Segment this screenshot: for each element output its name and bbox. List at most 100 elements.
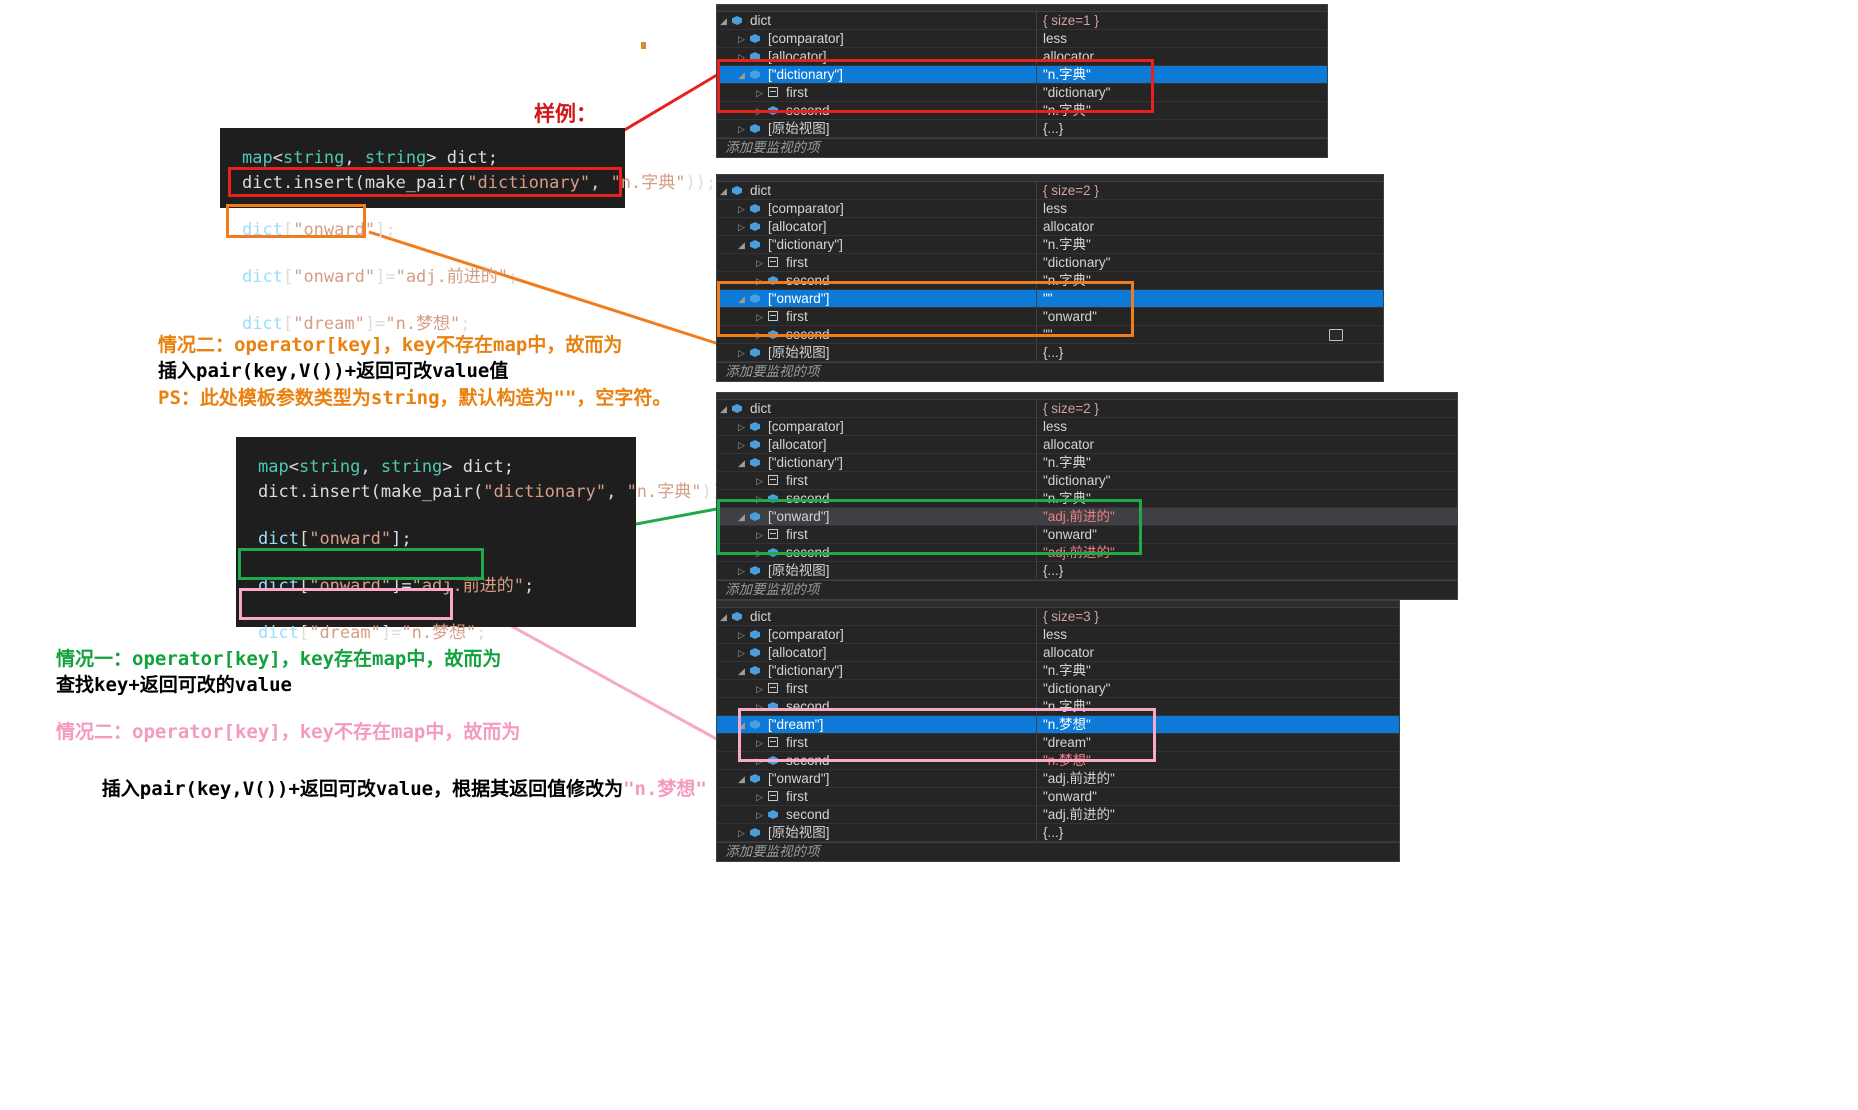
watch-variable-value[interactable]: "n.梦想" — [1037, 752, 1399, 769]
watch-row[interactable]: ▷ first "dream" — [717, 734, 1399, 752]
chevron-right-icon[interactable]: ▷ — [753, 698, 766, 715]
watch-row[interactable]: ◢ ["dictionary"] "n.字典" — [717, 236, 1383, 254]
watch-variable-value[interactable]: "dream" — [1037, 734, 1399, 751]
watch-row[interactable]: ▷ [allocator] allocator — [717, 436, 1457, 454]
watch-variable-value[interactable]: allocator — [1037, 218, 1383, 235]
watch-row[interactable]: ▷ [原始视图] {...} — [717, 562, 1457, 580]
watch-row[interactable]: ▷ [comparator] less — [717, 626, 1399, 644]
watch-row[interactable]: ◢ dict { size=2 } — [717, 182, 1383, 200]
watch-row[interactable]: ▷ second "" — [717, 326, 1383, 344]
watch-window-1[interactable]: ◢ dict { size=1 } ▷ [comparator] less ▷ [alloca… — [716, 4, 1328, 158]
watch-row[interactable]: ◢ ["dream"] "n.梦想" — [717, 716, 1399, 734]
watch-variable-value[interactable]: "onward" — [1037, 526, 1457, 543]
watch-variable-value[interactable]: "onward" — [1037, 788, 1399, 805]
chevron-down-icon[interactable]: ◢ — [735, 770, 748, 787]
chevron-right-icon[interactable]: ▷ — [735, 200, 748, 217]
watch-variable-value[interactable]: "dictionary" — [1037, 680, 1399, 697]
chevron-down-icon[interactable]: ◢ — [717, 608, 730, 625]
watch-row[interactable]: ◢ dict { size=3 } — [717, 608, 1399, 626]
watch-variable-value[interactable]: {...} — [1037, 344, 1383, 361]
chevron-right-icon[interactable]: ▷ — [753, 472, 766, 489]
watch-variable-value[interactable]: { size=2 } — [1037, 400, 1457, 417]
watch-row[interactable]: ▷ [allocator] allocator — [717, 644, 1399, 662]
chevron-down-icon[interactable]: ◢ — [717, 12, 730, 29]
watch-variable-value[interactable]: {...} — [1037, 562, 1457, 579]
chevron-right-icon[interactable]: ▷ — [753, 734, 766, 751]
watch-row[interactable]: ▷ second "n.字典" — [717, 490, 1457, 508]
watch-variable-value[interactable]: "dictionary" — [1037, 472, 1457, 489]
watch-row[interactable]: ◢ ["dictionary"] "n.字典" — [717, 66, 1327, 84]
watch-variable-value[interactable]: {...} — [1037, 120, 1327, 137]
watch-variable-value[interactable]: { size=1 } — [1037, 12, 1327, 29]
watch-window-3[interactable]: ◢ dict { size=2 } ▷ [comparator] less ▷ [alloca… — [716, 392, 1458, 600]
chevron-right-icon[interactable]: ▷ — [753, 84, 766, 101]
chevron-right-icon[interactable]: ▷ — [753, 308, 766, 325]
watch-row[interactable]: ▷ [comparator] less — [717, 30, 1327, 48]
watch-variable-value[interactable]: allocator — [1037, 436, 1457, 453]
chevron-right-icon[interactable]: ▷ — [735, 644, 748, 661]
chevron-right-icon[interactable]: ▷ — [753, 254, 766, 271]
add-watch-item-placeholder[interactable]: 添加要监视的项 — [717, 580, 1457, 599]
chevron-down-icon[interactable]: ◢ — [735, 290, 748, 307]
watch-window-4[interactable]: ◢ dict { size=3 } ▷ [comparator] less ▷ [alloca… — [716, 600, 1400, 862]
chevron-right-icon[interactable]: ▷ — [735, 344, 748, 361]
chevron-right-icon[interactable]: ▷ — [753, 806, 766, 823]
watch-variable-value[interactable]: "n.字典" — [1037, 66, 1327, 83]
watch-row[interactable]: ▷ second "n.字典" — [717, 102, 1327, 120]
watch-variable-value[interactable]: less — [1037, 200, 1383, 217]
chevron-right-icon[interactable]: ▷ — [753, 526, 766, 543]
watch-variable-value[interactable]: "" — [1037, 290, 1383, 307]
chevron-down-icon[interactable]: ◢ — [717, 400, 730, 417]
chevron-right-icon[interactable]: ▷ — [753, 544, 766, 561]
watch-row[interactable]: ▷ first "onward" — [717, 526, 1457, 544]
chevron-right-icon[interactable]: ▷ — [735, 30, 748, 47]
watch-variable-value[interactable]: less — [1037, 30, 1327, 47]
chevron-right-icon[interactable]: ▷ — [735, 48, 748, 65]
watch-row[interactable]: ▷ [原始视图] {...} — [717, 344, 1383, 362]
watch-row[interactable]: ▷ first "dictionary" — [717, 680, 1399, 698]
watch-row[interactable]: ◢ ["dictionary"] "n.字典" — [717, 662, 1399, 680]
chevron-right-icon[interactable]: ▷ — [735, 626, 748, 643]
chevron-down-icon[interactable]: ◢ — [735, 236, 748, 253]
chevron-right-icon[interactable]: ▷ — [753, 102, 766, 119]
text-visualizer-icon[interactable] — [1329, 329, 1343, 341]
watch-row[interactable]: ▷ [原始视图] {...} — [717, 120, 1327, 138]
watch-variable-value[interactable]: "dictionary" — [1037, 84, 1327, 101]
watch-row[interactable]: ▷ [allocator] allocator — [717, 48, 1327, 66]
watch-variable-value[interactable]: "n.字典" — [1037, 272, 1383, 289]
watch-variable-value[interactable]: "dictionary" — [1037, 254, 1383, 271]
chevron-right-icon[interactable]: ▷ — [753, 752, 766, 769]
watch-row[interactable]: ▷ [allocator] allocator — [717, 218, 1383, 236]
watch-variable-value[interactable]: allocator — [1037, 644, 1399, 661]
watch-variable-value[interactable]: "n.字典" — [1037, 102, 1327, 119]
watch-row[interactable]: ▷ [comparator] less — [717, 200, 1383, 218]
watch-row[interactable]: ▷ first "dictionary" — [717, 472, 1457, 490]
chevron-right-icon[interactable]: ▷ — [753, 788, 766, 805]
watch-variable-value[interactable]: "adj.前进的" — [1037, 806, 1399, 823]
watch-variable-value[interactable]: "n.字典" — [1037, 454, 1457, 471]
chevron-down-icon[interactable]: ◢ — [735, 454, 748, 471]
watch-variable-value[interactable]: "n.字典" — [1037, 236, 1383, 253]
add-watch-item-placeholder[interactable]: 添加要监视的项 — [717, 138, 1327, 157]
chevron-right-icon[interactable]: ▷ — [753, 326, 766, 343]
watch-row[interactable]: ▷ first "onward" — [717, 308, 1383, 326]
watch-variable-value[interactable]: { size=2 } — [1037, 182, 1383, 199]
watch-row[interactable]: ▷ second "adj.前进的" — [717, 544, 1457, 562]
watch-row[interactable]: ▷ [原始视图] {...} — [717, 824, 1399, 842]
watch-row[interactable]: ◢ ["onward"] "" — [717, 290, 1383, 308]
watch-variable-value[interactable]: "adj.前进的" — [1037, 770, 1399, 787]
chevron-right-icon[interactable]: ▷ — [753, 272, 766, 289]
chevron-down-icon[interactable]: ◢ — [735, 66, 748, 83]
watch-variable-value[interactable]: less — [1037, 418, 1457, 435]
watch-row[interactable]: ◢ dict { size=1 } — [717, 12, 1327, 30]
chevron-right-icon[interactable]: ▷ — [735, 436, 748, 453]
watch-variable-value[interactable]: {...} — [1037, 824, 1399, 841]
watch-variable-value[interactable]: allocator — [1037, 48, 1327, 65]
chevron-down-icon[interactable]: ◢ — [735, 716, 748, 733]
chevron-right-icon[interactable]: ▷ — [735, 218, 748, 235]
chevron-down-icon[interactable]: ◢ — [717, 182, 730, 199]
chevron-right-icon[interactable]: ▷ — [735, 824, 748, 841]
watch-row[interactable]: ▷ second "n.梦想" — [717, 752, 1399, 770]
watch-row[interactable]: ◢ ["onward"] "adj.前进的" — [717, 508, 1457, 526]
add-watch-item-placeholder[interactable]: 添加要监视的项 — [717, 362, 1383, 381]
